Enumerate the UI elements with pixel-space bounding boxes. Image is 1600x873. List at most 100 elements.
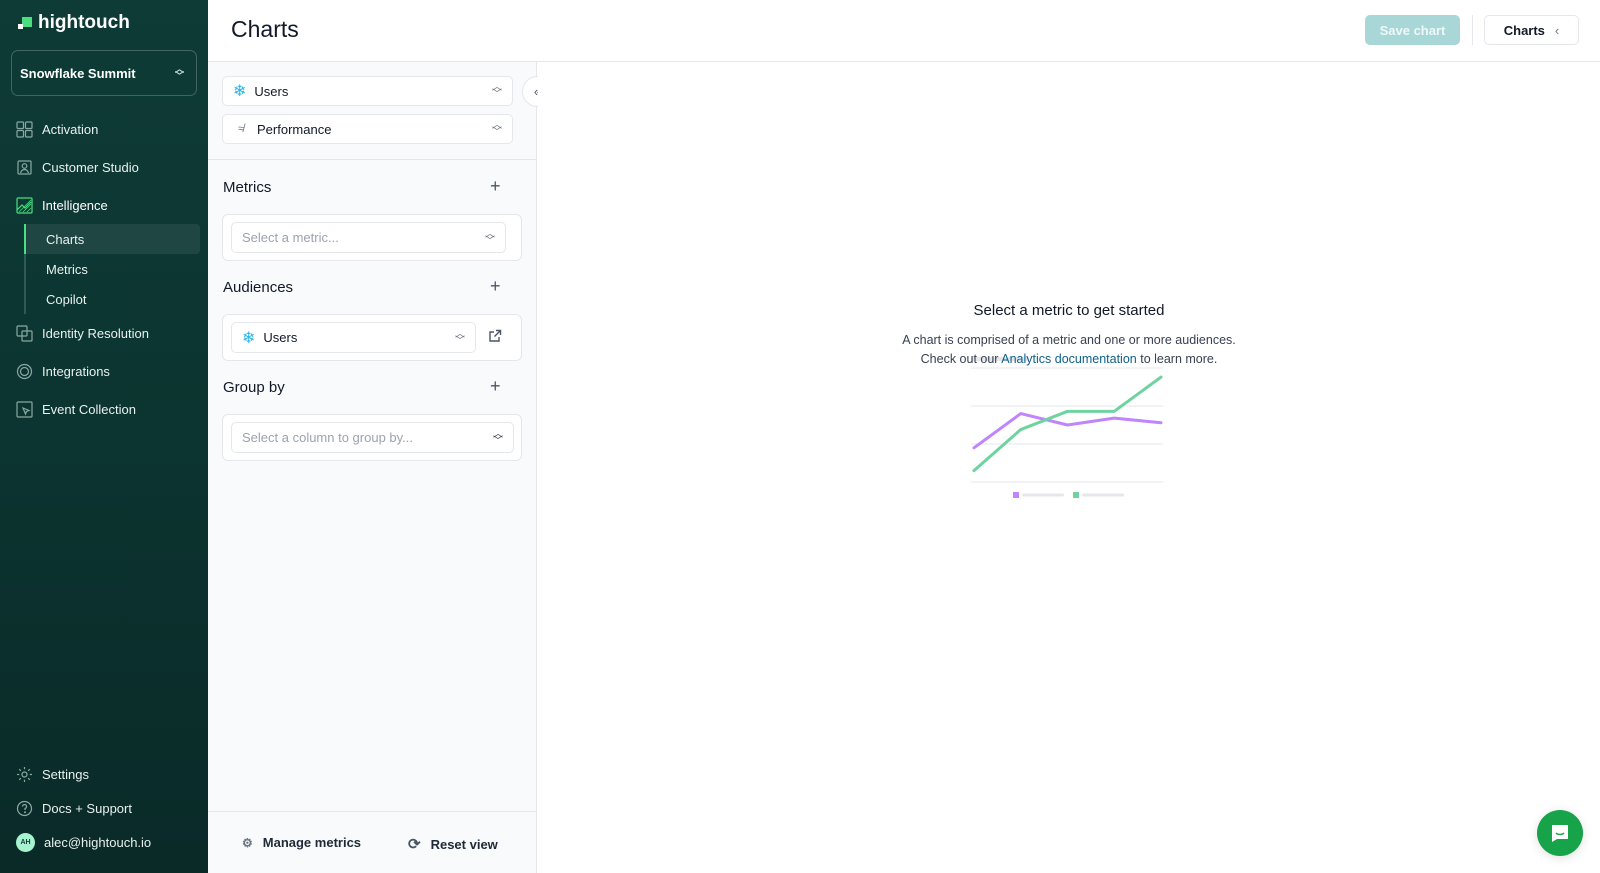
nav-item-docs-support[interactable]: Docs + Support	[0, 791, 208, 825]
page-header: Charts Save chart Charts ‹	[208, 0, 1600, 62]
analytics-documentation-link[interactable]: Analytics documentation	[1001, 352, 1137, 366]
nav-item-user[interactable]: AH alec@hightouch.io	[0, 825, 208, 859]
illustration-legend-swatch	[1013, 492, 1019, 498]
add-metric-button[interactable]: +	[490, 176, 501, 197]
illustration-legend-swatch	[1073, 492, 1079, 498]
snowflake-icon: ❄	[233, 83, 247, 100]
panel-divider	[208, 159, 536, 160]
audience-value: Users	[263, 330, 298, 345]
chevron-updown-icon: ︿ ﹀	[492, 120, 502, 138]
nav-label: Docs + Support	[42, 800, 132, 816]
customer-studio-icon	[16, 159, 33, 176]
group-by-title: Group by	[223, 379, 285, 396]
logo[interactable]: hightouch	[18, 12, 130, 34]
nav-item-integrations[interactable]: Integrations	[0, 352, 208, 390]
metric-select[interactable]: Select a metric... ︿ ﹀	[231, 222, 506, 253]
reset-view-button[interactable]: ⟳ Reset view	[408, 835, 498, 853]
sidebar: hightouch Snowflake Summit ︿ ﹀ Activation…	[0, 0, 208, 873]
user-email: alec@hightouch.io	[44, 834, 152, 850]
nav-label: Settings	[42, 766, 89, 782]
chevron-updown-icon: ︿ ﹀	[485, 228, 495, 247]
illustration-legend-label	[1022, 493, 1064, 497]
nav-item-activation[interactable]: Activation	[0, 110, 208, 148]
group-by-card: Select a column to group by... ︿ ﹀	[222, 414, 522, 461]
subnav-label: Metrics	[46, 261, 88, 277]
audiences-card: ❄ Users ︿ ﹀	[222, 314, 522, 361]
nav-item-settings[interactable]: Settings	[0, 757, 208, 791]
nav-item-identity-resolution[interactable]: Identity Resolution	[0, 314, 208, 352]
workspace-switcher[interactable]: Snowflake Summit ︿ ﹀	[11, 50, 197, 96]
metrics-card: Select a metric... ︿ ﹀	[222, 214, 522, 261]
event-collection-icon	[16, 400, 33, 418]
intelligence-icon	[16, 196, 33, 214]
chart-canvas: Select a metric to get started A chart i…	[538, 62, 1600, 873]
metrics-title: Metrics	[223, 179, 272, 196]
illustration-legend-label	[1082, 493, 1124, 497]
subnav-item-metrics[interactable]: Metrics	[26, 254, 208, 284]
sidebar-bottom: Settings Docs + Support AH alec@hightouc…	[0, 757, 208, 859]
empty-state-title: Select a metric to get started	[973, 302, 1165, 319]
reset-view-label: Reset view	[430, 836, 498, 852]
add-group-by-button[interactable]: +	[490, 376, 501, 397]
empty-state-line1: A chart is comprised of a metric and one…	[902, 333, 1236, 347]
desc-suffix: to learn more.	[1136, 352, 1218, 366]
empty-state-description: A chart is comprised of a metric and one…	[538, 331, 1600, 369]
subnav-label: Copilot	[46, 291, 87, 307]
nav-label: Intelligence	[42, 197, 108, 213]
empty-chart-illustration	[971, 357, 1163, 498]
snowflake-icon: ❄	[242, 329, 256, 347]
refresh-icon: ⟳	[408, 836, 421, 853]
group-by-placeholder: Select a column to group by...	[242, 430, 414, 445]
manage-metrics-label: Manage metrics	[262, 835, 362, 850]
help-icon	[16, 800, 33, 817]
gear-icon	[16, 766, 33, 783]
external-link-icon[interactable]	[488, 329, 502, 348]
chat-icon	[1552, 825, 1568, 842]
chart-type-value: Performance	[257, 121, 332, 137]
activation-icon	[16, 120, 33, 138]
chart-type-select[interactable]: ≉ Performance ︿ ﹀	[222, 114, 513, 144]
source-select[interactable]: ❄ Users ︿ ﹀	[222, 76, 513, 106]
nav-item-intelligence[interactable]: Intelligence	[0, 186, 208, 224]
chevron-updown-icon: ︿ ﹀	[174, 64, 184, 81]
identity-resolution-icon	[16, 324, 33, 342]
chevron-left-icon: ‹	[1554, 22, 1560, 38]
chevron-updown-icon: ︿ ﹀	[492, 82, 502, 100]
nav-label: Customer Studio	[42, 159, 139, 175]
nav-label: Identity Resolution	[42, 325, 149, 341]
support-chat-button[interactable]	[1537, 810, 1583, 856]
nav-item-event-collection[interactable]: Event Collection	[0, 390, 208, 428]
subnav-item-copilot[interactable]: Copilot	[26, 284, 208, 314]
desc-prefix: Check out our	[920, 352, 1002, 366]
app: hightouch Snowflake Summit ︿ ﹀ Activation…	[0, 0, 1600, 873]
nav-label: Event Collection	[42, 401, 136, 417]
manage-metrics-button[interactable]: ⚙ Manage metrics	[242, 835, 361, 850]
panel-footer-divider	[208, 811, 536, 812]
nav-item-customer-studio[interactable]: Customer Studio	[0, 148, 208, 186]
charts-list-button[interactable]: Charts ‹	[1484, 15, 1579, 45]
chevron-updown-icon: ︿ ﹀	[455, 328, 465, 347]
avatar: AH	[16, 832, 35, 852]
integrations-icon	[16, 363, 33, 380]
subnav-label: Charts	[46, 231, 85, 247]
audience-select[interactable]: ❄ Users ︿ ﹀	[231, 322, 476, 353]
header-divider	[1472, 15, 1473, 45]
performance-icon: ≉	[237, 123, 245, 135]
chevron-updown-icon: ︿ ﹀	[493, 428, 503, 447]
page-title: Charts	[231, 16, 299, 42]
gear-icon: ⚙	[242, 835, 253, 850]
charts-button-label: Charts	[1503, 22, 1545, 38]
metric-placeholder: Select a metric...	[242, 230, 339, 245]
workspace-name: Snowflake Summit	[20, 65, 136, 81]
save-chart-button[interactable]: Save chart	[1365, 15, 1460, 45]
illustration-series-line	[972, 412, 1163, 450]
nav-label: Activation	[42, 121, 99, 137]
add-audience-button[interactable]: +	[490, 276, 501, 297]
group-by-select[interactable]: Select a column to group by... ︿ ﹀	[231, 422, 514, 453]
subnav-item-charts[interactable]: Charts	[24, 224, 200, 254]
empty-state-line2: Check out our Analytics documentation to…	[538, 350, 1600, 369]
logo-mark-icon	[18, 15, 32, 31]
source-value: Users	[254, 83, 289, 99]
audiences-title: Audiences	[223, 279, 294, 296]
main-nav: Activation Customer Studio Intelligence …	[0, 110, 208, 428]
